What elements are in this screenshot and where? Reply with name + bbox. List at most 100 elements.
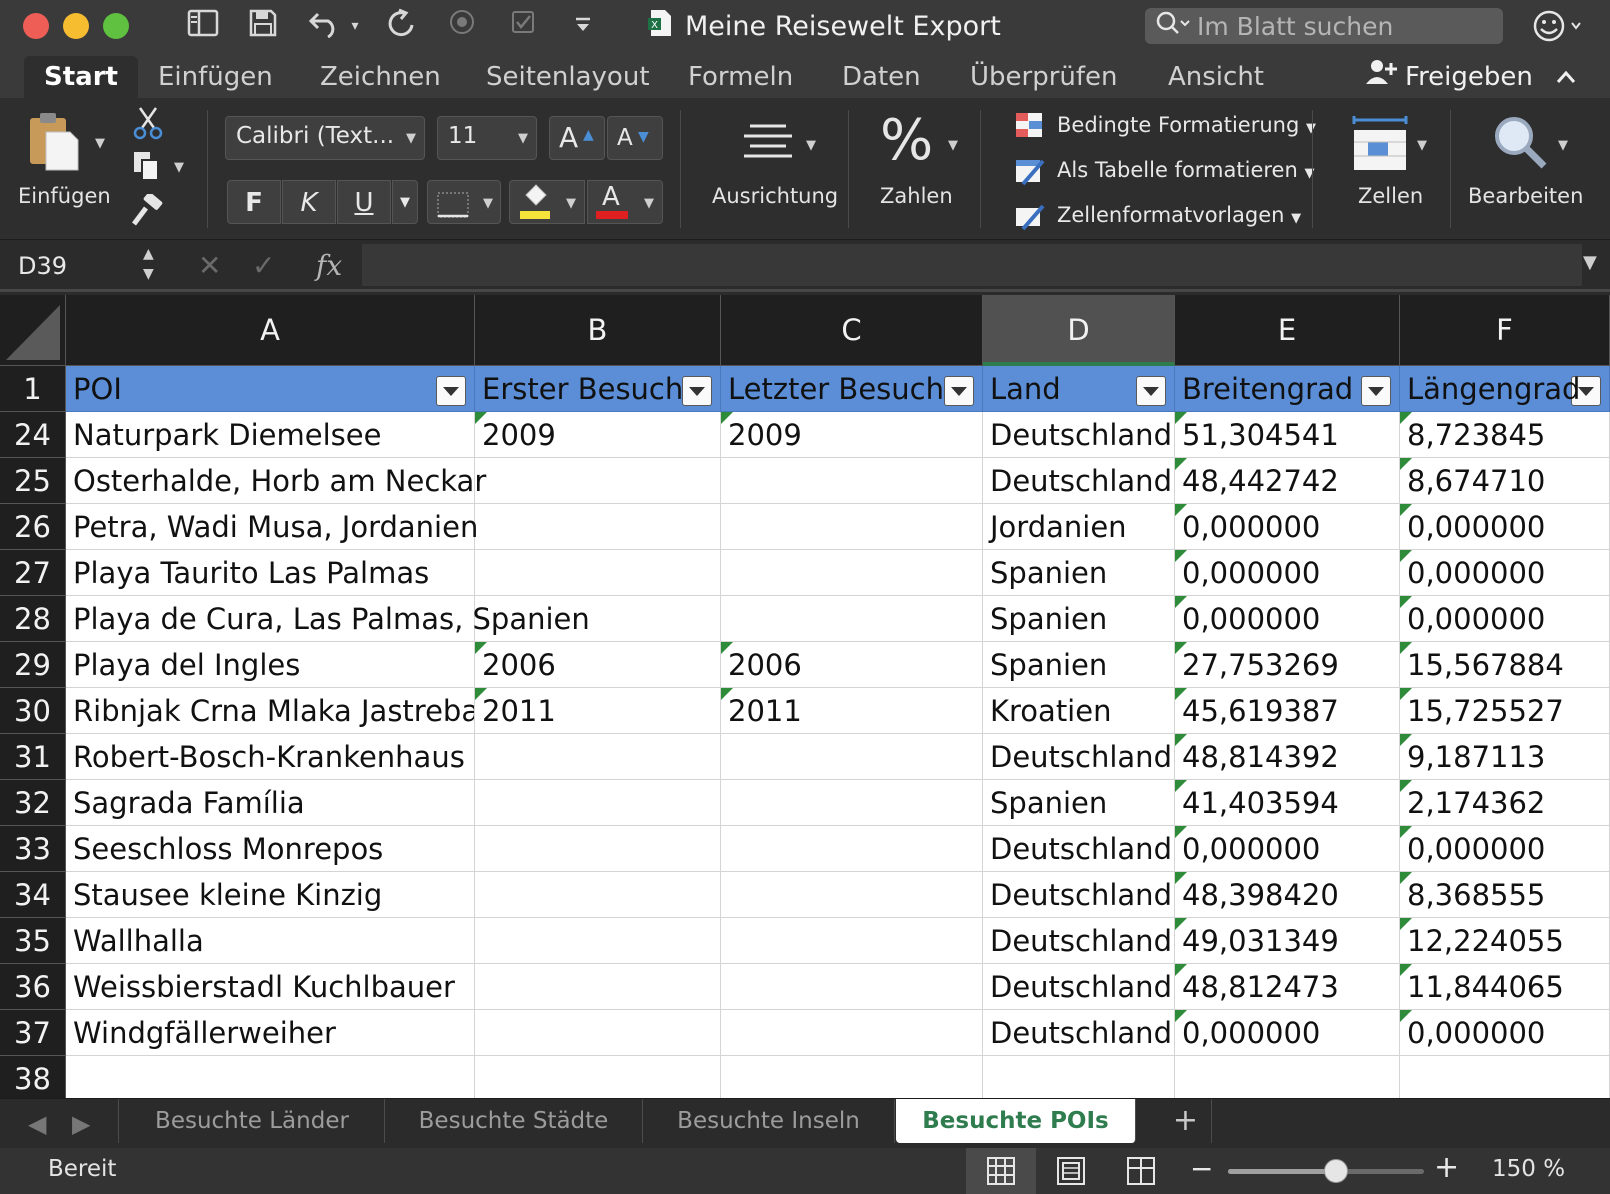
select-all-corner[interactable] xyxy=(0,295,66,366)
search-box[interactable] xyxy=(1145,8,1503,44)
table-cell[interactable]: 8,723845 xyxy=(1400,412,1610,458)
table-cell[interactable] xyxy=(475,596,721,642)
copy-icon[interactable] xyxy=(132,150,164,182)
save-icon[interactable] xyxy=(245,8,281,44)
table-cell[interactable]: 0,000000 xyxy=(1400,550,1610,596)
table-cell[interactable]: 0,000000 xyxy=(1175,550,1400,596)
shrink-font-button[interactable]: A ▼ xyxy=(607,116,663,160)
table-cell[interactable]: Spanien xyxy=(983,550,1175,596)
copy-options-chevron-icon[interactable]: ▼ xyxy=(174,160,184,175)
normal-view-button[interactable] xyxy=(966,1148,1036,1194)
table-cell[interactable]: 2,174362 xyxy=(1400,780,1610,826)
table-cell[interactable] xyxy=(475,458,721,504)
page-break-view-button[interactable] xyxy=(1106,1148,1176,1194)
table-cell[interactable]: 45,619387 xyxy=(1175,688,1400,734)
column-header-c[interactable]: C xyxy=(721,295,983,366)
table-cell[interactable] xyxy=(721,1010,983,1056)
table-cell[interactable] xyxy=(475,734,721,780)
undo-icon[interactable] xyxy=(305,8,345,44)
row-header[interactable]: 38 xyxy=(0,1056,66,1098)
table-header-cell[interactable]: POI xyxy=(66,366,475,412)
table-cell[interactable]: 2006 xyxy=(721,642,983,688)
sheet-tab-besuchte-staedte[interactable]: Besuchte Städte xyxy=(385,1099,643,1143)
row-header[interactable]: 28 xyxy=(0,596,66,642)
tab-ueberpruefen[interactable]: Überprüfen xyxy=(962,56,1126,98)
previous-sheet-icon[interactable]: ◀ xyxy=(28,1109,48,1139)
paste-icon[interactable] xyxy=(26,110,86,174)
table-cell[interactable]: Deutschland xyxy=(983,964,1175,1010)
table-cell[interactable]: Petra, Wadi Musa, Jordanien xyxy=(66,504,478,550)
table-cell[interactable] xyxy=(475,1056,721,1098)
table-cell[interactable] xyxy=(475,826,721,872)
table-cell[interactable]: Wallhalla xyxy=(66,918,475,964)
table-cell[interactable]: 15,725527 xyxy=(1400,688,1610,734)
table-cell[interactable]: Jordanien xyxy=(983,504,1175,550)
table-cell[interactable] xyxy=(721,550,983,596)
table-cell[interactable]: 48,812473 xyxy=(1175,964,1400,1010)
sheet-tab-besuchte-laender[interactable]: Besuchte Länder xyxy=(120,1099,385,1143)
borders-button[interactable]: ▼ xyxy=(427,180,501,224)
table-header-cell[interactable]: Längengrad xyxy=(1400,366,1610,412)
name-box-input[interactable] xyxy=(18,251,128,281)
row-header[interactable]: 25 xyxy=(0,458,66,504)
table-cell[interactable] xyxy=(721,872,983,918)
table-cell[interactable]: Robert-Bosch-Krankenhaus xyxy=(66,734,475,780)
table-cell[interactable]: 0,000000 xyxy=(1175,1010,1400,1056)
column-header-e[interactable]: E xyxy=(1175,295,1400,366)
search-input[interactable] xyxy=(1197,11,1492,41)
alignment-icon[interactable] xyxy=(740,120,800,168)
table-cell[interactable] xyxy=(475,918,721,964)
cut-icon[interactable] xyxy=(132,106,164,140)
undo-history-chevron-icon[interactable]: ▾ xyxy=(346,8,364,44)
table-cell[interactable]: Osterhalde, Horb am Neckar xyxy=(66,458,486,504)
table-cell[interactable] xyxy=(475,964,721,1010)
underline-options-chevron-icon[interactable]: ▼ xyxy=(392,180,418,224)
table-cell[interactable]: 2011 xyxy=(475,688,721,734)
table-cell[interactable] xyxy=(1175,1056,1400,1098)
table-cell[interactable]: Kroatien xyxy=(983,688,1175,734)
cells-chevron-icon[interactable]: ▼ xyxy=(1417,138,1427,153)
table-cell[interactable]: 0,000000 xyxy=(1400,596,1610,642)
table-header-cell[interactable]: Breitengrad xyxy=(1175,366,1400,412)
table-cell[interactable] xyxy=(721,918,983,964)
row-header[interactable]: 33 xyxy=(0,826,66,872)
filter-dropdown-icon[interactable] xyxy=(1136,376,1166,406)
table-cell[interactable] xyxy=(475,1010,721,1056)
fill-color-button[interactable]: ▼ xyxy=(509,180,585,224)
font-size-dropdown[interactable]: 11 ▼ xyxy=(437,116,537,160)
formula-input[interactable] xyxy=(362,244,1582,286)
filter-dropdown-icon[interactable] xyxy=(682,376,712,406)
row-header[interactable]: 37 xyxy=(0,1010,66,1056)
add-sheet-button[interactable]: + xyxy=(1160,1099,1212,1143)
row-header[interactable]: 30 xyxy=(0,688,66,734)
collapse-ribbon-icon[interactable] xyxy=(1555,56,1577,98)
table-cell[interactable]: Deutschland xyxy=(983,826,1175,872)
sheet-tab-besuchte-inseln[interactable]: Besuchte Inseln xyxy=(643,1099,895,1143)
table-cell[interactable] xyxy=(475,780,721,826)
table-cell[interactable] xyxy=(721,458,983,504)
table-cell[interactable]: 48,398420 xyxy=(1175,872,1400,918)
table-cell[interactable] xyxy=(721,504,983,550)
zoom-in-button[interactable]: + xyxy=(1434,1150,1459,1185)
table-cell[interactable]: 0,000000 xyxy=(1175,596,1400,642)
bold-button[interactable]: F xyxy=(227,180,281,224)
table-cell[interactable]: Deutschland xyxy=(983,918,1175,964)
number-format-chevron-icon[interactable]: ▼ xyxy=(948,138,958,153)
table-cell[interactable]: 51,304541 xyxy=(1175,412,1400,458)
column-header-d[interactable]: D xyxy=(983,295,1175,366)
table-cell[interactable]: 0,000000 xyxy=(1175,504,1400,550)
table-cell[interactable]: 9,187113 xyxy=(1400,734,1610,780)
table-cell[interactable]: 0,000000 xyxy=(1400,504,1610,550)
row-header[interactable]: 34 xyxy=(0,872,66,918)
zoom-slider-thumb[interactable] xyxy=(1323,1159,1348,1183)
table-cell[interactable]: Deutschland xyxy=(983,734,1175,780)
table-cell[interactable]: 0,000000 xyxy=(1400,826,1610,872)
customize-toolbar-icon[interactable] xyxy=(570,8,596,44)
tab-zeichnen[interactable]: Zeichnen xyxy=(312,56,449,98)
smiley-feedback-icon[interactable] xyxy=(1530,8,1590,44)
filter-dropdown-icon[interactable] xyxy=(944,376,974,406)
table-cell[interactable] xyxy=(721,734,983,780)
tab-daten[interactable]: Daten xyxy=(834,56,929,98)
row-header[interactable]: 36 xyxy=(0,964,66,1010)
table-header-cell[interactable]: Erster Besuch xyxy=(475,366,721,412)
